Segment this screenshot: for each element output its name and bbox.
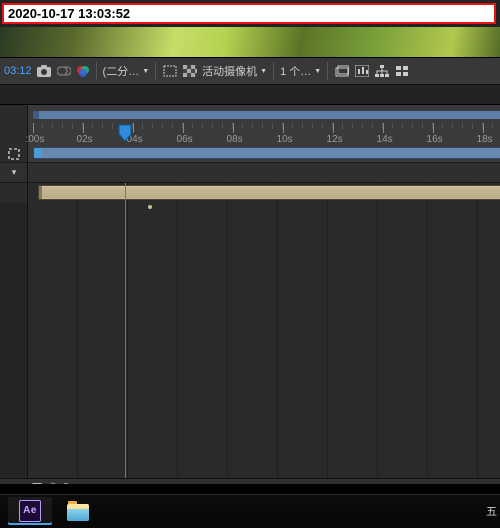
comp-flowchart-icon[interactable] (374, 63, 390, 79)
ruler-tick-label: 10s (277, 134, 293, 145)
comp-work-area-bar[interactable] (33, 111, 500, 119)
playhead-handle[interactable] (118, 124, 132, 142)
region-of-interest-icon[interactable] (162, 63, 178, 79)
timeline-tracks-area[interactable] (0, 183, 500, 494)
ruler-tick-label: 18s (477, 134, 493, 145)
snapshot-camera-icon[interactable] (36, 63, 52, 79)
ime-indicator[interactable]: 五 (486, 503, 497, 519)
comp-marker[interactable] (148, 205, 152, 209)
fast-previews-icon[interactable] (334, 63, 350, 79)
timeline-button-icon[interactable] (354, 63, 370, 79)
ruler-tick-label: 02s (77, 134, 93, 145)
ruler-tick-label: 12s (327, 134, 343, 145)
separator (155, 62, 156, 80)
resolution-dropdown[interactable]: (二分… ▼ (103, 63, 150, 79)
layer-row-gutter (0, 183, 28, 203)
separator (96, 62, 97, 80)
reset-exposure-icon[interactable] (394, 63, 410, 79)
timeline-left-gutter (0, 183, 28, 494)
time-ruler[interactable]: :00s 02s 04s 06s 08s 10s 12s 14s 16s 18s (33, 123, 500, 145)
views-dropdown[interactable]: 1 个… ▼ (280, 63, 321, 79)
work-area-start-handle[interactable] (34, 148, 42, 158)
preview-viewport[interactable] (0, 27, 500, 58)
taskbar-shadow (0, 484, 500, 494)
taskbar-app-after-effects[interactable]: Ae (8, 497, 52, 525)
timeline-header-left (0, 105, 28, 162)
chevron-down-icon: ▼ (314, 68, 321, 75)
ruler-tick-label: 08s (227, 134, 243, 145)
timeline-ruler-area: :00s 02s 04s 06s 08s 10s 12s 14s 16s 18s (0, 105, 500, 163)
layer-row[interactable] (0, 183, 500, 203)
chevron-down-icon: ▼ (142, 68, 149, 75)
channel-swatch-icon[interactable] (76, 64, 90, 78)
layer-columns-header: ▾ (0, 163, 500, 183)
timeline-panel: :00s 02s 04s 06s 08s 10s 12s 14s 16s 18s… (0, 85, 500, 494)
after-effects-icon: Ae (19, 500, 41, 522)
current-time-display[interactable]: 03:12 (4, 65, 32, 77)
ruler-minor-ticks (33, 123, 500, 129)
link-chain-icon[interactable] (56, 63, 72, 79)
work-area-bar[interactable] (33, 147, 500, 159)
active-camera-dropdown[interactable]: 活动摄像机 ▼ (202, 63, 267, 79)
windows-taskbar: Ae 五 (0, 494, 500, 528)
timestamp-banner: 2020-10-17 13:03:52 (2, 3, 496, 24)
file-explorer-icon (67, 501, 89, 521)
viewer-options-bar: 03:12 (二分… ▼ 活动摄像机 ▼ 1 个… ▼ (0, 58, 500, 85)
separator (273, 62, 274, 80)
views-label: 1 个… (280, 63, 311, 79)
separator (327, 62, 328, 80)
transparency-grid-icon[interactable] (182, 63, 198, 79)
chevron-down-icon: ▾ (12, 167, 17, 178)
ruler-tick-label: 16s (427, 134, 443, 145)
region-of-interest-icon[interactable] (6, 146, 22, 162)
layer-duration-bar[interactable] (38, 185, 500, 200)
chevron-down-icon: ▼ (260, 68, 267, 75)
timeline-tabs (0, 85, 500, 105)
playhead-line (125, 183, 126, 478)
ruler-tick-label: 14s (377, 134, 393, 145)
layer-columns-toggle[interactable]: ▾ (0, 163, 28, 182)
timeline-grid (28, 183, 500, 494)
active-camera-label: 活动摄像机 (202, 63, 257, 79)
ruler-tick-label: :00s (25, 134, 44, 145)
ruler-tick-label: 06s (177, 134, 193, 145)
taskbar-app-file-explorer[interactable] (56, 497, 100, 525)
resolution-label: (二分… (103, 63, 140, 79)
